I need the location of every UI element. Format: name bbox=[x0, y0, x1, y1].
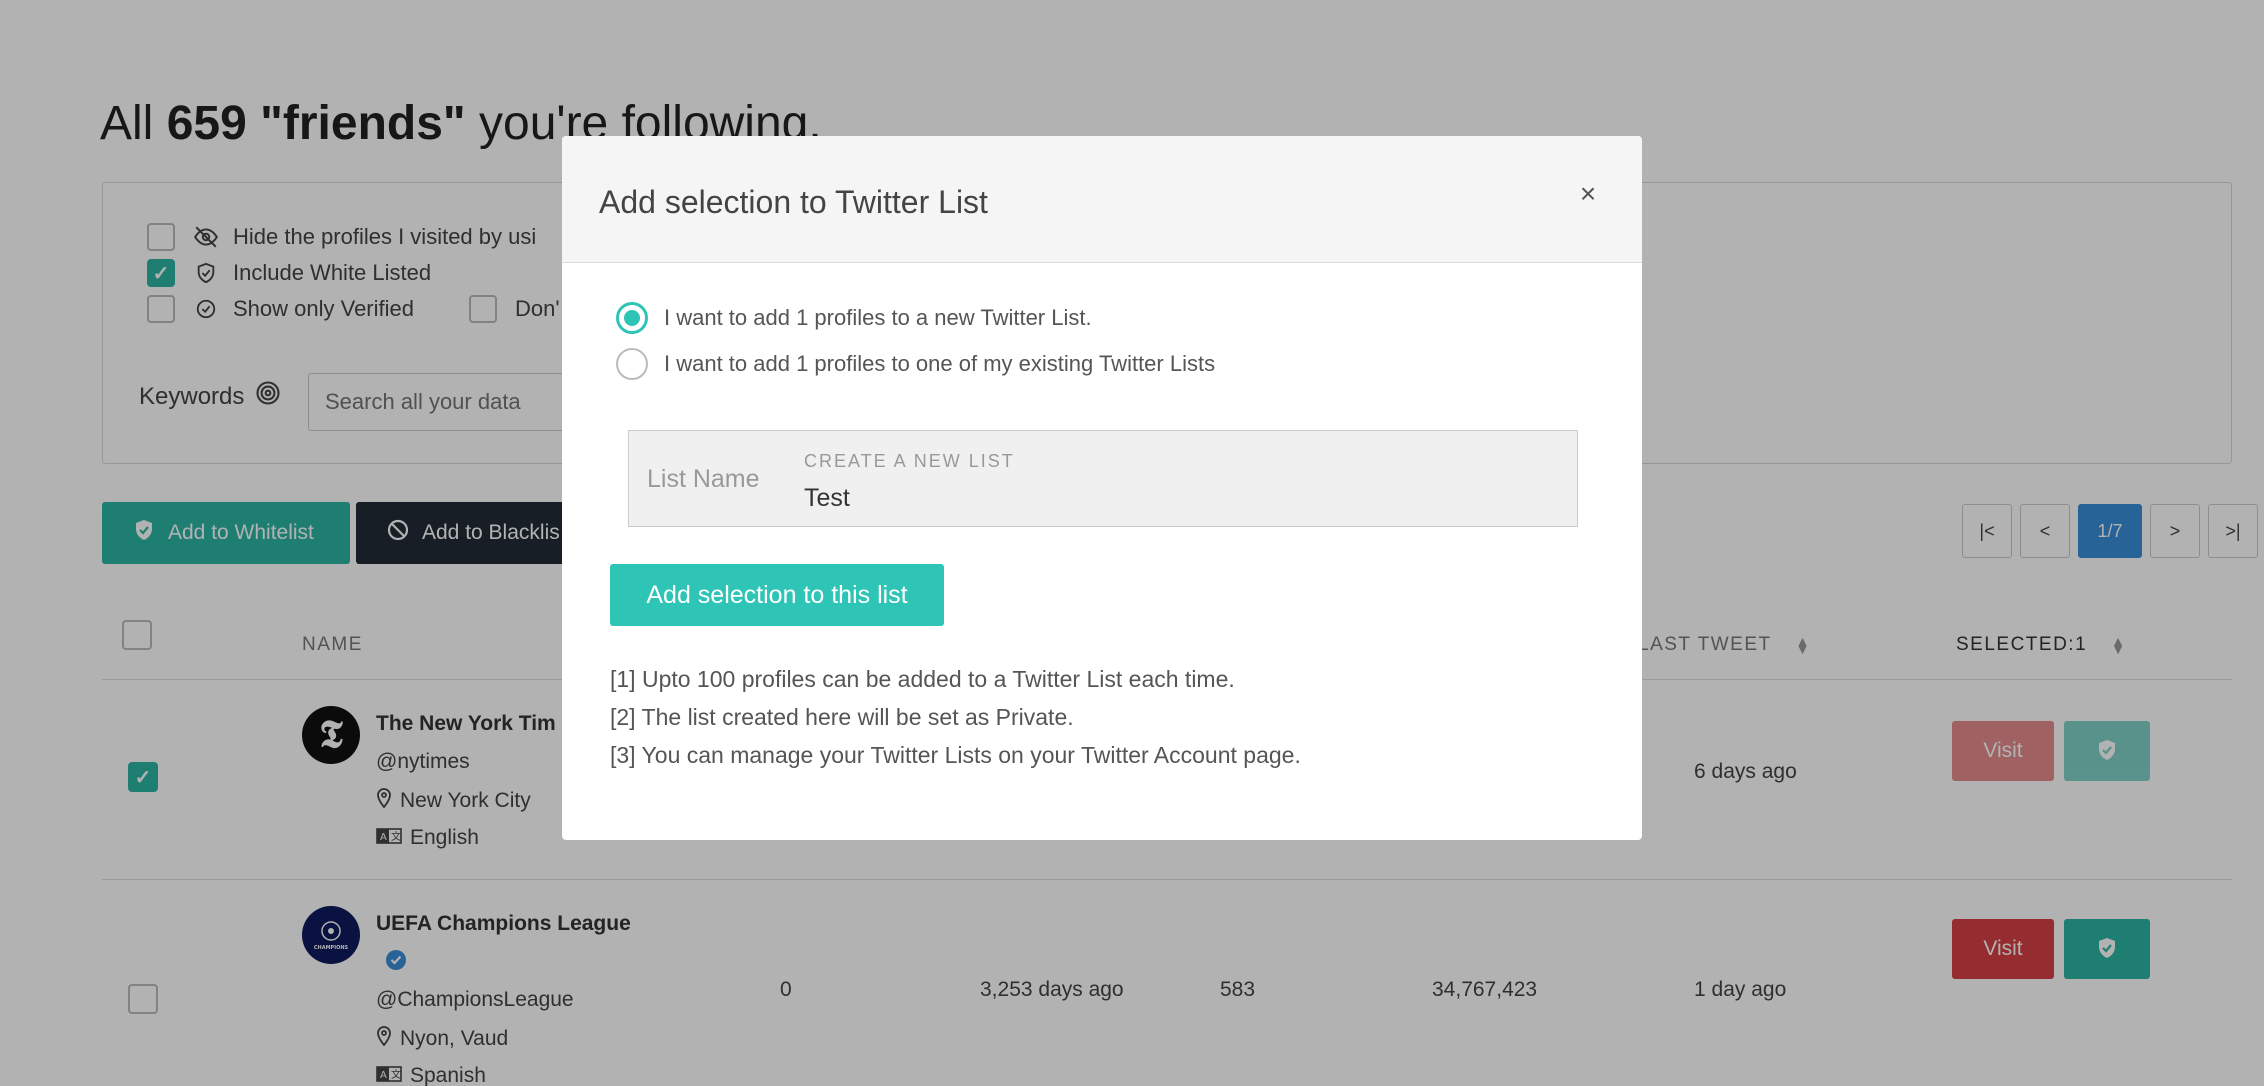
note-line: [1] Upto 100 profiles can be added to a … bbox=[610, 666, 1235, 692]
option-existing-label: I want to add 1 profiles to one of my ex… bbox=[664, 351, 1216, 376]
add-to-twitter-list-modal: Add selection to Twitter List × I want t… bbox=[562, 136, 1642, 840]
add-selection-button[interactable]: Add selection to this list bbox=[610, 564, 944, 626]
option-existing-list[interactable]: I want to add 1 profiles to one of my ex… bbox=[616, 348, 1215, 380]
existing-list-radio[interactable] bbox=[616, 348, 648, 380]
note-line: [3] You can manage your Twitter Lists on… bbox=[610, 742, 1301, 768]
close-icon[interactable]: × bbox=[1568, 174, 1608, 214]
modal-header: Add selection to Twitter List × bbox=[562, 136, 1642, 263]
list-name-input[interactable] bbox=[804, 481, 1544, 515]
new-list-radio[interactable] bbox=[616, 302, 648, 334]
note-line: [2] The list created here will be set as… bbox=[610, 704, 1074, 730]
list-name-field: List Name CREATE A NEW LIST bbox=[628, 430, 1578, 527]
list-caption: CREATE A NEW LIST bbox=[804, 451, 1015, 471]
modal-title: Add selection to Twitter List bbox=[599, 184, 988, 220]
list-name-label: List Name bbox=[647, 465, 760, 493]
option-new-label: I want to add 1 profiles to a new Twitte… bbox=[664, 305, 1092, 330]
option-new-list[interactable]: I want to add 1 profiles to a new Twitte… bbox=[616, 302, 1092, 334]
